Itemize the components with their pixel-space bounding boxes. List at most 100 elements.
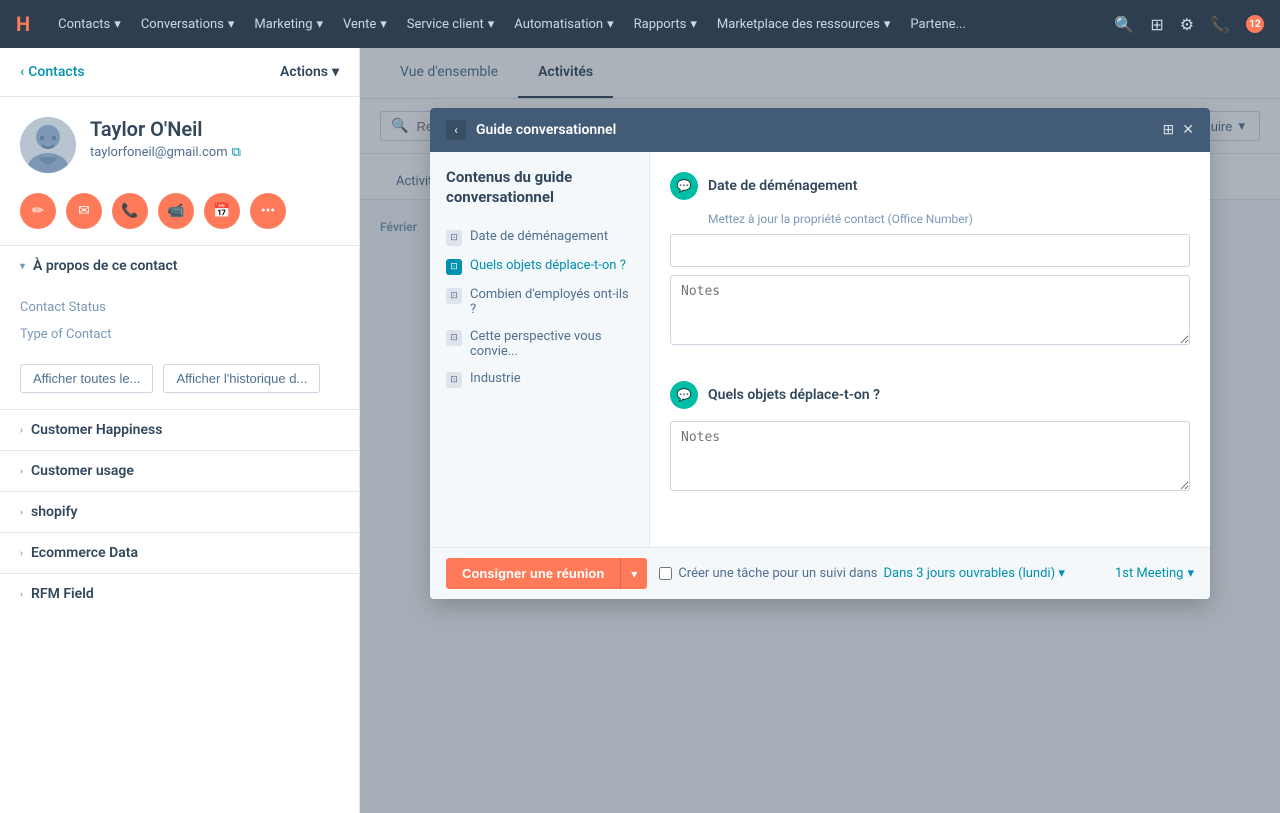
- shopify-label: shopify: [31, 504, 77, 520]
- search-icon[interactable]: 🔍: [1114, 15, 1134, 34]
- chevron-icon: ›: [20, 589, 23, 600]
- nav-partners[interactable]: Partene...: [910, 17, 965, 32]
- guide-item-icon: ⊡: [446, 230, 462, 246]
- follow-up-checkbox[interactable]: [659, 567, 672, 580]
- guide-item-icon: ⊡: [446, 259, 462, 275]
- top-navigation: H Contacts ▾ Conversations ▾ Marketing ▾…: [0, 0, 1280, 48]
- ecommerce-section: › Ecommerce Data: [0, 532, 359, 573]
- question-block-2: 💬 Quels objets déplace-t-on ?: [670, 381, 1190, 503]
- question-notes-1[interactable]: [670, 275, 1190, 345]
- rfm-label: RFM Field: [31, 586, 94, 602]
- field-label-status: Contact Status: [20, 300, 106, 315]
- show-history-button[interactable]: Afficher l'historique d...: [163, 364, 320, 393]
- guide-right-panel: 💬 Date de déménagement Mettez à jour la …: [650, 152, 1210, 547]
- call-button[interactable]: 📞: [112, 193, 148, 229]
- question-header-2: 💬 Quels objets déplace-t-on ?: [670, 381, 1190, 409]
- sidebar-header: ‹ Contacts Actions ▾: [0, 48, 359, 97]
- guide-left-panel: Contenus du guide conversationnel ⊡ Date…: [430, 152, 650, 547]
- contact-name: Taylor O'Neil: [90, 117, 241, 141]
- modal-expand-button[interactable]: ⊞: [1163, 122, 1175, 138]
- question-icon-1: 💬: [670, 172, 698, 200]
- avatar: [20, 117, 76, 173]
- question-title-1: Date de déménagement: [708, 178, 857, 194]
- left-sidebar: ‹ Contacts Actions ▾ Tayl: [0, 48, 360, 813]
- consign-dropdown-button[interactable]: ▾: [620, 558, 647, 589]
- chevron-icon: ›: [20, 425, 23, 436]
- customer-usage-header[interactable]: › Customer usage: [0, 451, 359, 491]
- consign-reunion-button[interactable]: Consigner une réunion: [446, 558, 620, 589]
- field-label-type: Type of Contact: [20, 327, 111, 342]
- contact-fields: Contact Status Type of Contact: [0, 286, 359, 364]
- guide-item-date[interactable]: ⊡ Date de déménagement: [446, 223, 633, 252]
- nav-right-icons: 🔍 ⊞ ⚙ 📞 12: [1114, 15, 1264, 34]
- hubspot-logo: H: [16, 12, 30, 36]
- nav-marketplace[interactable]: Marketplace des ressources ▾: [717, 17, 890, 32]
- modal-title: Guide conversationnel: [476, 122, 1153, 138]
- follow-up-text: Créer une tâche pour un suivi dans: [678, 566, 877, 581]
- question-notes-2[interactable]: [670, 421, 1190, 491]
- guide-item-industrie[interactable]: ⊡ Industrie: [446, 365, 633, 394]
- question-title-2: Quels objets déplace-t-on ?: [708, 387, 880, 403]
- show-buttons: Afficher toutes le... Afficher l'histori…: [0, 364, 359, 409]
- question-input-1[interactable]: [670, 234, 1190, 267]
- modal-overlay: ‹ Guide conversationnel ⊞ ✕ Contenus du …: [360, 48, 1280, 813]
- guide-item-employes[interactable]: ⊡ Combien d'employés ont-ils ?: [446, 281, 633, 323]
- about-section-header[interactable]: ▾ À propos de ce contact: [0, 245, 359, 286]
- modal-footer: Consigner une réunion ▾ Créer une tâche …: [430, 547, 1210, 599]
- copy-email-icon[interactable]: ⧉: [232, 145, 241, 160]
- guide-modal: ‹ Guide conversationnel ⊞ ✕ Contenus du …: [430, 108, 1210, 599]
- nav-service[interactable]: Service client ▾: [407, 17, 495, 32]
- more-button[interactable]: •••: [250, 193, 286, 229]
- nav-contacts[interactable]: Contacts ▾: [58, 17, 121, 32]
- nav-conversations[interactable]: Conversations ▾: [141, 17, 235, 32]
- ecommerce-header[interactable]: › Ecommerce Data: [0, 533, 359, 573]
- nav-marketing[interactable]: Marketing ▾: [254, 17, 323, 32]
- nav-vente[interactable]: Vente ▾: [343, 17, 387, 32]
- nav-automatisation[interactable]: Automatisation ▾: [514, 17, 613, 32]
- guide-item-perspective[interactable]: ⊡ Cette perspective vous convie...: [446, 323, 633, 365]
- consign-button-group: Consigner une réunion ▾: [446, 558, 647, 589]
- phone-icon[interactable]: 📞: [1210, 15, 1230, 34]
- follow-up-date-link[interactable]: Dans 3 jours ouvrables (lundi) ▾: [883, 566, 1064, 581]
- shopify-section: › shopify: [0, 491, 359, 532]
- edit-button[interactable]: ✏: [20, 193, 56, 229]
- marketplace-icon[interactable]: ⊞: [1150, 15, 1163, 34]
- contact-info: Taylor O'Neil taylorfoneil@gmail.com ⧉: [0, 97, 359, 193]
- guide-panel-title: Contenus du guide conversationnel: [446, 168, 633, 207]
- action-icons-bar: ✏ ✉ 📞 📹 📅 •••: [0, 193, 359, 245]
- nav-rapports[interactable]: Rapports ▾: [634, 17, 697, 32]
- guide-item-quels[interactable]: ⊡ Quels objets déplace-t-on ?: [446, 252, 633, 281]
- chevron-icon: ›: [20, 507, 23, 518]
- modal-collapse-icon[interactable]: ‹: [446, 120, 466, 140]
- customer-happiness-label: Customer Happiness: [31, 422, 162, 438]
- customer-usage-section: › Customer usage: [0, 450, 359, 491]
- about-section-title: À propos de ce contact: [33, 258, 177, 274]
- contact-email: taylorfoneil@gmail.com ⧉: [90, 145, 241, 160]
- email-button[interactable]: ✉: [66, 193, 102, 229]
- chevron-icon: ›: [20, 548, 23, 559]
- video-button[interactable]: 📹: [158, 193, 194, 229]
- rfm-section: › RFM Field: [0, 573, 359, 614]
- meeting-link[interactable]: 1st Meeting ▾: [1115, 566, 1194, 581]
- follow-up-checkbox-label: Créer une tâche pour un suivi dans Dans …: [659, 566, 1065, 581]
- guide-item-icon: ⊡: [446, 288, 462, 304]
- show-all-properties-button[interactable]: Afficher toutes le...: [20, 364, 153, 393]
- field-contact-status: Contact Status: [20, 294, 339, 321]
- modal-close-button[interactable]: ✕: [1182, 122, 1194, 138]
- guide-item-icon: ⊡: [446, 330, 462, 346]
- customer-happiness-header[interactable]: › Customer Happiness: [0, 410, 359, 450]
- modal-body: Contenus du guide conversationnel ⊡ Date…: [430, 152, 1210, 547]
- shopify-header[interactable]: › shopify: [0, 492, 359, 532]
- customer-happiness-section: › Customer Happiness: [0, 409, 359, 450]
- customer-usage-label: Customer usage: [31, 463, 134, 479]
- guide-item-icon: ⊡: [446, 372, 462, 388]
- rfm-header[interactable]: › RFM Field: [0, 574, 359, 614]
- question-block-1: 💬 Date de déménagement Mettez à jour la …: [670, 172, 1190, 357]
- settings-icon[interactable]: ⚙: [1180, 15, 1194, 34]
- contact-details: Taylor O'Neil taylorfoneil@gmail.com ⧉: [90, 117, 241, 160]
- chevron-icon: ▾: [20, 261, 25, 272]
- actions-button[interactable]: Actions ▾: [280, 64, 339, 80]
- notification-badge[interactable]: 12: [1246, 15, 1264, 33]
- contacts-breadcrumb[interactable]: ‹ Contacts: [20, 64, 85, 80]
- schedule-button[interactable]: 📅: [204, 193, 240, 229]
